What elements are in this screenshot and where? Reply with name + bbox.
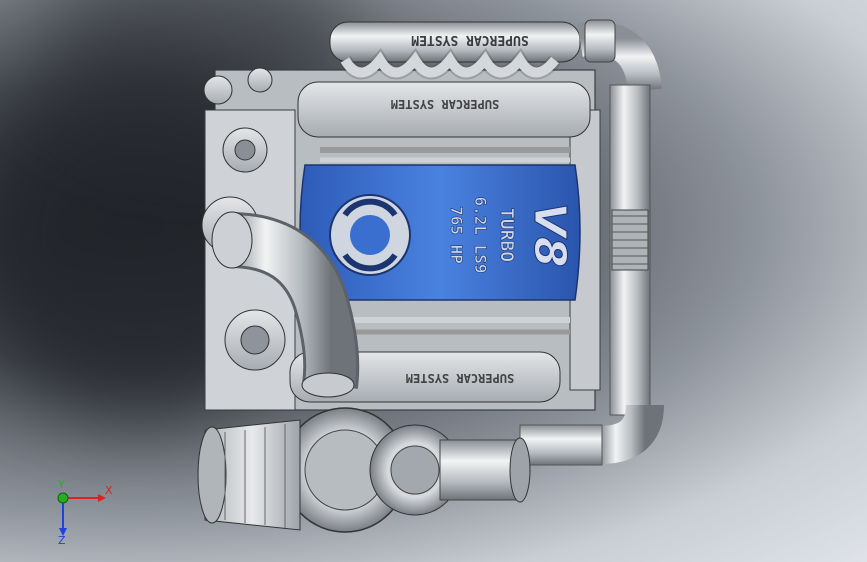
- turbocharger: [197, 407, 531, 533]
- triad-y-label: Y: [58, 478, 65, 491]
- triad-x-label: X: [105, 484, 113, 497]
- valve-cover-text: SUPERCAR SYSTEM: [391, 97, 499, 111]
- intake-line2: 6.2L LS9: [471, 196, 490, 273]
- engine-model[interactable]: SUPERCAR SYSTEM SUPERCAR SYSTEM TURBO 6.…: [0, 0, 867, 562]
- valve-cover-top: SUPERCAR SYSTEM: [297, 81, 591, 163]
- triad-z-label: Z: [58, 534, 66, 547]
- orientation-triad[interactable]: X Y Z: [40, 478, 120, 550]
- graphics-viewport[interactable]: SUPERCAR SYSTEM SUPERCAR SYSTEM TURBO 6.…: [0, 0, 867, 562]
- intake-badge: V8: [524, 203, 575, 268]
- intake-line1: TURBO: [496, 208, 517, 262]
- valve-cover-bottom-text: SUPERCAR SYSTEM: [406, 371, 514, 385]
- upper-manifold: SUPERCAR SYSTEM: [329, 21, 581, 80]
- intake-line3: 765 HP: [447, 206, 466, 264]
- manifold-top-text: SUPERCAR SYSTEM: [411, 32, 529, 47]
